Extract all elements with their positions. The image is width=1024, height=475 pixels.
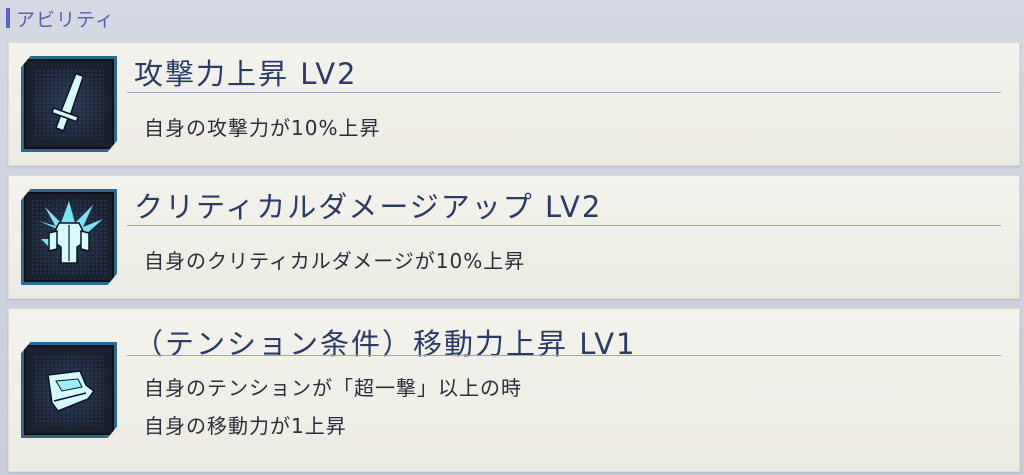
sword-icon (21, 56, 117, 152)
ability-screen: アビリティ 攻撃力上昇 LV2 自身の攻撃力が10%上昇 クリティカルダメージア… (0, 0, 1024, 475)
ability-card-movement-up[interactable]: （テンション条件）移動力上昇 LV1 自身のテンションが「超一撃」以上の時 自身… (8, 308, 1020, 472)
section-header: アビリティ (0, 0, 1024, 36)
boot-icon (21, 342, 117, 438)
description-line: 自身のクリティカルダメージが10%上昇 (144, 249, 526, 273)
title-divider (127, 92, 1001, 93)
ability-title: 攻撃力上昇 LV2 (134, 57, 358, 91)
armor-burst-icon (21, 189, 117, 285)
ability-card-critical-damage-up[interactable]: クリティカルダメージアップ LV2 自身のクリティカルダメージが10%上昇 (8, 175, 1020, 299)
ability-description: 自身のテンションが「超一撃」以上の時 自身の移動力が1上昇 (144, 369, 522, 445)
ability-title: （テンション条件）移動力上昇 LV1 (134, 327, 637, 361)
title-divider (127, 225, 1001, 226)
ability-title: クリティカルダメージアップ LV2 (134, 190, 603, 224)
description-line: 自身の攻撃力が10%上昇 (144, 116, 381, 140)
section-title: アビリティ (16, 8, 115, 31)
ability-description: 自身のクリティカルダメージが10%上昇 (144, 242, 525, 280)
title-divider (127, 355, 1001, 356)
description-line: 自身の移動力が1上昇 (144, 414, 347, 438)
ability-card-attack-up[interactable]: 攻撃力上昇 LV2 自身の攻撃力が10%上昇 (8, 42, 1020, 166)
section-accent-bar (6, 8, 10, 28)
description-line: 自身のテンションが「超一撃」以上の時 (144, 376, 522, 400)
ability-description: 自身の攻撃力が10%上昇 (144, 109, 380, 147)
